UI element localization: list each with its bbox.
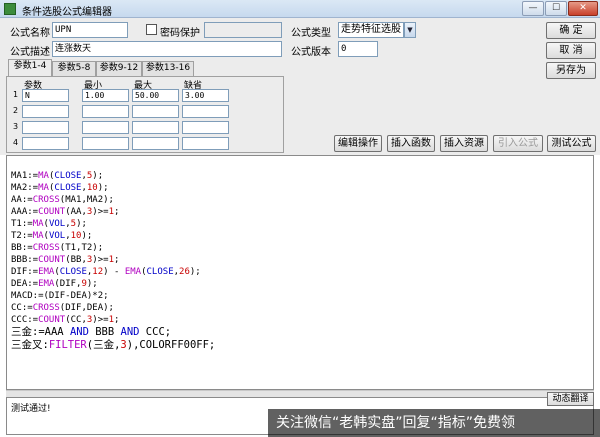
- import-formula-button[interactable]: 引入公式: [493, 135, 543, 152]
- editor-horizontal-scrollbar[interactable]: [6, 390, 594, 397]
- app-icon: [4, 3, 16, 15]
- test-formula-button[interactable]: 测试公式: [547, 135, 596, 152]
- formula-version-field[interactable]: 0: [338, 41, 378, 57]
- cancel-button[interactable]: 取 消: [546, 42, 596, 59]
- param-max-cell[interactable]: [132, 121, 179, 134]
- formula-type-select[interactable]: 走势特征选股: [338, 22, 404, 38]
- watermark-banner: 关注微信“老韩实盘”回复“指标”免费领: [268, 409, 600, 437]
- formula-form: 公式名称 UPN 密码保护 公式类型 走势特征选股 ▼ 公式描述 连涨数天 公式…: [0, 18, 600, 155]
- formula-name-field[interactable]: UPN: [52, 22, 128, 38]
- param-name-cell[interactable]: [22, 105, 69, 118]
- code-line: MA1:=MA(CLOSE,5);: [11, 171, 104, 181]
- formula-description-label: 公式描述: [10, 47, 50, 58]
- param-row-number: 4: [13, 138, 19, 147]
- edit-operations-button[interactable]: 编辑操作: [334, 135, 382, 152]
- save-as-button[interactable]: 另存为: [546, 62, 596, 79]
- window-title: 条件选股公式编辑器: [22, 7, 112, 18]
- param-max-cell[interactable]: [132, 105, 179, 118]
- code-line: 三金叉:FILTER(三金,3),COLORFF00FF;: [11, 339, 216, 351]
- code-line: MA2:=MA(CLOSE,10);: [11, 183, 109, 193]
- code-line: T1:=MA(VOL,5);: [11, 219, 87, 229]
- param-min-cell[interactable]: 1.00: [82, 89, 129, 102]
- tab-params-5-8[interactable]: 参数5-8: [52, 61, 96, 76]
- param-default-cell[interactable]: [182, 121, 229, 134]
- maximize-button[interactable]: ☐: [545, 1, 567, 16]
- chevron-down-icon[interactable]: ▼: [404, 22, 416, 38]
- code-line: BB:=CROSS(T1,T2);: [11, 243, 104, 253]
- code-line: CC:=CROSS(DIF,DEA);: [11, 303, 114, 313]
- code-line: AA:=CROSS(MA1,MA2);: [11, 195, 114, 205]
- param-min-cell[interactable]: [82, 105, 129, 118]
- confirm-button[interactable]: 确 定: [546, 22, 596, 39]
- password-label: 密码保护: [160, 28, 200, 39]
- insert-resource-button[interactable]: 插入资源: [440, 135, 488, 152]
- code-line: DIF:=EMA(CLOSE,12) - EMA(CLOSE,26);: [11, 267, 201, 277]
- formula-code-editor[interactable]: MA1:=MA(CLOSE,5); MA2:=MA(CLOSE,10); AA:…: [6, 155, 594, 390]
- password-checkbox[interactable]: [146, 24, 157, 35]
- tab-params-1-4[interactable]: 参数1-4: [8, 59, 52, 76]
- minimize-button[interactable]: —: [522, 1, 544, 16]
- param-default-cell[interactable]: [182, 105, 229, 118]
- param-name-cell[interactable]: N: [22, 89, 69, 102]
- tab-params-9-12[interactable]: 参数9-12: [96, 61, 142, 76]
- formula-name-label: 公式名称: [10, 28, 50, 39]
- code-line: 三金:=AAA AND BBB AND CCC;: [11, 326, 172, 338]
- param-row-number: 2: [13, 106, 19, 115]
- param-row-number: 3: [13, 122, 19, 131]
- param-min-cell[interactable]: [82, 137, 129, 150]
- insert-function-button[interactable]: 插入函数: [387, 135, 435, 152]
- param-name-cell[interactable]: [22, 137, 69, 150]
- param-default-cell[interactable]: 3.00: [182, 89, 229, 102]
- code-line: T2:=MA(VOL,10);: [11, 231, 93, 241]
- param-min-cell[interactable]: [82, 121, 129, 134]
- code-line: AAA:=COUNT(AA,3)>=1;: [11, 207, 120, 217]
- tab-params-13-16[interactable]: 参数13-16: [142, 61, 194, 76]
- param-row-number: 1: [13, 90, 19, 99]
- title-bar[interactable]: 条件选股公式编辑器 — ☐ ✕: [0, 0, 600, 18]
- param-max-cell[interactable]: [132, 137, 179, 150]
- code-line: MACD:=(DIF-DEA)*2;: [11, 291, 109, 301]
- password-field[interactable]: [204, 22, 282, 38]
- formula-type-label: 公式类型: [291, 28, 331, 39]
- code-line: DEA:=EMA(DIF,9);: [11, 279, 98, 289]
- code-line: BBB:=COUNT(BB,3)>=1;: [11, 255, 120, 265]
- code-line: CCC:=COUNT(CC,3)>=1;: [11, 315, 120, 325]
- formula-version-label: 公式版本: [291, 47, 331, 58]
- param-default-cell[interactable]: [182, 137, 229, 150]
- formula-description-field[interactable]: 连涨数天: [52, 41, 282, 57]
- dynamic-translate-button[interactable]: 动态翻译: [547, 392, 594, 406]
- close-button[interactable]: ✕: [568, 1, 598, 16]
- test-result-text: 测试通过!: [11, 404, 51, 414]
- param-name-cell[interactable]: [22, 121, 69, 134]
- param-max-cell[interactable]: 50.00: [132, 89, 179, 102]
